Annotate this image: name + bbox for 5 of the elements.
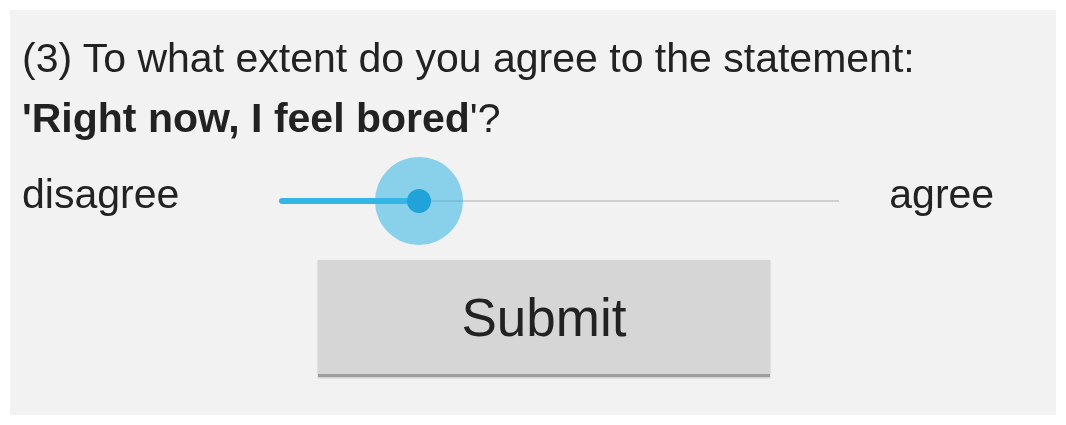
min-label: disagree [22, 170, 180, 218]
question-text: (3) To what extent do you agree to the statement: [22, 34, 916, 83]
submit-button[interactable]: Submit [318, 260, 770, 377]
statement-text: 'Right now, I feel bored'? [22, 94, 502, 143]
max-label: agree [889, 170, 995, 218]
